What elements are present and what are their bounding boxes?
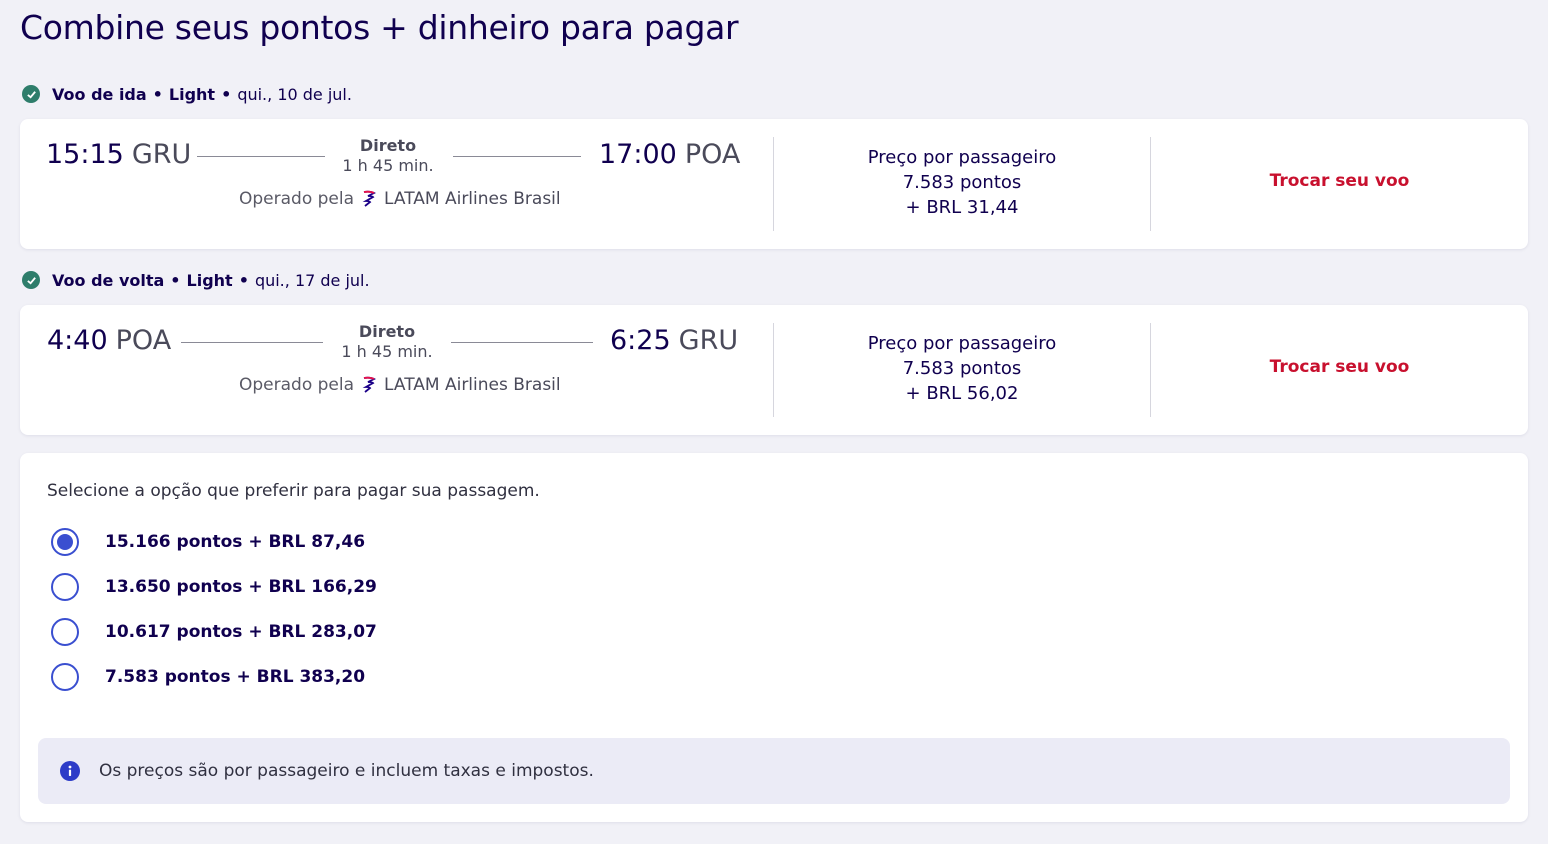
return-flight-card: 4:40 POA Direto 1 h 45 min. 6:25 GRU Opera… (20, 305, 1528, 435)
outbound-header: Voo de ida • Light • qui., 10 de jul. (22, 82, 352, 106)
outbound-flight-card: 15:15 GRU Direto 1 h 45 min. 17:00 POA Ope… (20, 119, 1528, 249)
airline-name: LATAM Airlines Brasil (384, 375, 561, 395)
radio-button[interactable] (51, 663, 79, 691)
payment-option-4[interactable]: 7.583 pontos + BRL 383,20 (51, 662, 365, 692)
airline-name: LATAM Airlines Brasil (384, 189, 561, 209)
stops-label: Direto (359, 136, 417, 155)
return-header: Voo de volta • Light • qui., 17 de jul. (22, 268, 370, 292)
arrival: 17:00 POA (599, 139, 740, 170)
duration-label: 1 h 45 min. (341, 342, 433, 361)
price-label: Preço por passageiro (867, 147, 1057, 168)
radio-button[interactable] (51, 618, 79, 646)
radio-button[interactable] (51, 528, 79, 556)
price-label: Preço por passageiro (867, 333, 1057, 354)
departure-time: 15:15 (46, 139, 124, 170)
arrival-code: GRU (678, 325, 739, 356)
route-line (197, 156, 325, 157)
price-points: 7.583 pontos (902, 358, 1022, 379)
departure: 15:15 GRU (46, 139, 191, 170)
option-label: 7.583 pontos + BRL 383,20 (105, 667, 366, 687)
payment-option-3[interactable]: 10.617 pontos + BRL 283,07 (51, 617, 377, 647)
price-cash: + BRL 56,02 (905, 383, 1019, 404)
page-title: Combine seus pontos + dinheiro para paga… (20, 8, 739, 47)
arrival-code: POA (684, 139, 741, 170)
departure-time: 4:40 (47, 325, 108, 356)
radio-selected-dot (57, 534, 73, 550)
leg-date: qui., 10 de jul. (237, 84, 352, 104)
option-label: 13.650 pontos + BRL 166,29 (105, 577, 377, 597)
operated-by: Operado pela LATAM Airlines Brasil (239, 189, 561, 209)
leg-label: Voo de volta (52, 270, 165, 290)
price-cash: + BRL 31,44 (905, 197, 1019, 218)
option-label: 15.166 pontos + BRL 87,46 (105, 532, 366, 552)
info-text: Os preços são por passageiro e incluem t… (99, 761, 594, 781)
check-icon (22, 271, 40, 289)
duration-label: 1 h 45 min. (342, 156, 434, 175)
operated-by: Operado pela LATAM Airlines Brasil (239, 375, 561, 395)
change-flight-button[interactable]: Trocar seu voo (1151, 171, 1528, 191)
fare-label: Light (186, 270, 233, 290)
departure-code: POA (115, 325, 172, 356)
stops-info: Direto 1 h 45 min. (322, 322, 452, 361)
arrival-time: 6:25 (610, 325, 671, 356)
info-icon (60, 761, 80, 781)
fare-label: Light (168, 84, 216, 104)
latam-logo-icon (362, 376, 377, 394)
arrival-time: 17:00 (599, 139, 677, 170)
price-points: 7.583 pontos (902, 172, 1022, 193)
payment-option-2[interactable]: 13.650 pontos + BRL 166,29 (51, 572, 377, 602)
departure: 4:40 POA (47, 325, 171, 356)
check-icon (22, 85, 40, 103)
route-line (181, 342, 323, 343)
payment-options-card: Selecione a opção que preferir para paga… (20, 453, 1528, 822)
payment-option-1[interactable]: 15.166 pontos + BRL 87,46 (51, 527, 365, 557)
radio-button[interactable] (51, 573, 79, 601)
leg-date: qui., 17 de jul. (254, 270, 370, 290)
price-info: Preço por passageiro 7.583 pontos + BRL … (774, 331, 1150, 406)
route-line (451, 342, 593, 343)
change-flight-button[interactable]: Trocar seu voo (1151, 357, 1528, 377)
stops-label: Direto (358, 322, 416, 341)
stops-info: Direto 1 h 45 min. (323, 136, 453, 175)
payment-intro: Selecione a opção que preferir para paga… (47, 481, 540, 501)
price-info: Preço por passageiro 7.583 pontos + BRL … (774, 145, 1150, 220)
departure-code: GRU (131, 139, 192, 170)
latam-logo-icon (362, 190, 377, 208)
info-notice: Os preços são por passageiro e incluem t… (38, 738, 1510, 804)
route-line (453, 156, 581, 157)
option-label: 10.617 pontos + BRL 283,07 (105, 622, 377, 642)
leg-label: Voo de ida (52, 84, 147, 104)
arrival: 6:25 GRU (610, 325, 738, 356)
